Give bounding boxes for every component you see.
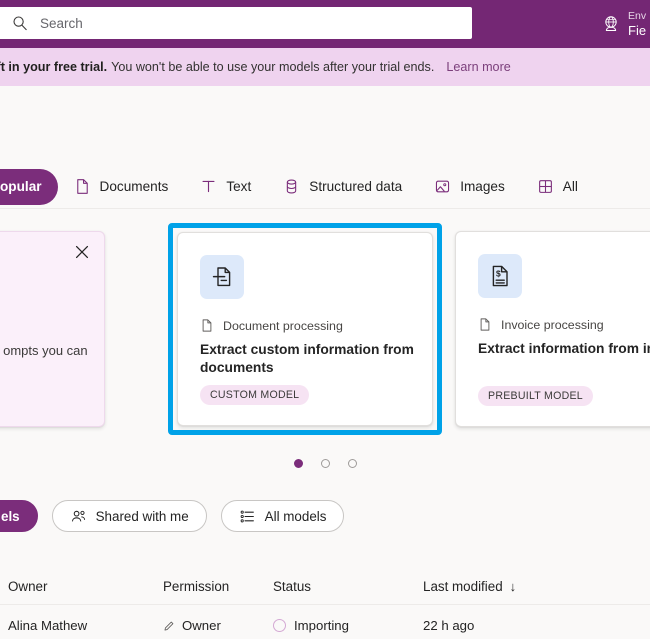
filter-my-models-label: els — [1, 508, 20, 524]
column-header-last-modified-label: Last modified — [423, 579, 503, 594]
carousel-dot-2[interactable] — [320, 459, 330, 468]
card-badge: PREBUILT MODEL — [478, 386, 593, 406]
environment-name: Fie — [628, 22, 647, 38]
category-tab-bar: opular Documents Text Structured data Im… — [0, 165, 650, 209]
cell-status-label: Importing — [294, 617, 349, 633]
column-header-last-modified[interactable]: Last modified ↓ — [423, 579, 553, 594]
document-icon — [202, 319, 212, 332]
filter-shared-with-me-label: Shared with me — [95, 508, 189, 524]
tab-popular-label: opular — [0, 179, 42, 194]
close-icon[interactable] — [73, 243, 91, 261]
trial-banner-content: s and 100% capacity left in your free tr… — [0, 60, 511, 74]
cell-last-modified: 22 h ago — [423, 617, 475, 633]
carousel-dot-3[interactable] — [347, 459, 357, 468]
image-icon — [436, 180, 450, 193]
column-header-status[interactable]: Status — [273, 579, 423, 594]
card-title: Extract custom information from document… — [200, 342, 414, 376]
tab-text-label: Text — [226, 179, 252, 194]
trial-banner: s and 100% capacity left in your free tr… — [0, 48, 650, 86]
filter-all-models[interactable]: All models — [220, 500, 345, 532]
card-title: Extract information from invo — [478, 341, 650, 356]
models-table: e Owner Permission Status Last modified … — [0, 569, 650, 639]
document-icon — [480, 318, 490, 331]
card-document-processing[interactable]: Document processing Extract custom infor… — [177, 232, 433, 426]
card-invoice-processing[interactable]: $ Invoice processing Extract information… — [455, 231, 650, 427]
environment-globe-icon — [605, 16, 617, 31]
tab-all-label: All — [562, 179, 578, 194]
carousel-dots — [0, 459, 650, 468]
card-category-label: Document processing — [223, 318, 343, 333]
promo-card[interactable]: w have their own wer of GPT with prebuil… — [0, 231, 105, 427]
text-t-icon — [202, 180, 215, 193]
cell-permission-label: Owner — [182, 617, 221, 633]
model-filter-pills: els Shared with me All models — [0, 500, 650, 532]
invoice-dollar-icon: $ — [492, 265, 508, 287]
top-command-bar: Env Fie — [0, 0, 650, 48]
document-extract-icon — [212, 267, 231, 287]
promo-card-title: w have their own — [0, 300, 91, 319]
tab-text[interactable]: Text — [184, 169, 267, 205]
tab-images-label: Images — [460, 179, 505, 194]
filter-shared-with-me[interactable]: Shared with me — [51, 500, 207, 532]
tab-images[interactable]: Images — [418, 169, 521, 205]
grid-icon — [538, 180, 552, 193]
column-header-permission[interactable]: Permission — [163, 579, 273, 594]
column-header-name[interactable]: e — [0, 579, 8, 594]
environment-text: Env Fie — [628, 10, 650, 38]
table-row[interactable]: ness Card Reader Alina Mathew Owner Impo… — [0, 605, 650, 639]
card-category-row: Invoice processing — [478, 317, 604, 332]
promo-card-body: wer of GPT with prebuilt ompts you can u… — [0, 343, 88, 358]
card-icon-tile: $ — [478, 254, 522, 298]
cell-name: ness Card Reader — [0, 618, 8, 633]
tab-popular[interactable]: opular — [0, 168, 58, 205]
table-header-row: e Owner Permission Status Last modified … — [0, 569, 650, 605]
tab-structured-data-label: Structured data — [309, 179, 403, 194]
card-category-row: Document processing — [200, 318, 343, 333]
card-category-label: Invoice processing — [501, 317, 604, 332]
card-badge: CUSTOM MODEL — [200, 385, 310, 405]
tab-documents-label: Documents — [99, 179, 169, 194]
learn-more-link[interactable]: Learn more — [446, 60, 510, 74]
trial-banner-strong: s and 100% capacity left in your free tr… — [0, 60, 108, 74]
database-icon — [287, 179, 297, 194]
carousel-dot-1[interactable] — [293, 459, 303, 468]
main-content: opular Documents Text Structured data Im… — [0, 86, 650, 639]
cell-status: Importing — [273, 618, 423, 633]
tab-all[interactable]: All — [521, 169, 594, 205]
tab-documents[interactable]: Documents — [58, 169, 185, 205]
app-root: Env Fie s and 100% capacity left in your… — [0, 0, 650, 639]
search-input[interactable] — [40, 8, 440, 38]
filter-all-models-label: All models — [264, 508, 327, 524]
trial-banner-message: You won't be able to use your models aft… — [111, 60, 435, 74]
tab-structured-data[interactable]: Structured data — [267, 169, 418, 205]
environment-label: Env — [628, 10, 647, 23]
people-icon — [71, 510, 85, 521]
filter-my-models[interactable]: els — [0, 500, 38, 532]
card-icon-tile — [200, 255, 244, 299]
search-box[interactable] — [0, 7, 472, 39]
document-icon — [76, 179, 88, 194]
column-header-owner[interactable]: Owner — [8, 579, 163, 594]
model-carousel: w have their own wer of GPT with prebuil… — [0, 223, 650, 435]
search-icon — [13, 16, 27, 31]
pencil-icon — [164, 621, 174, 630]
cell-permission: Owner — [163, 618, 273, 633]
environment-selector[interactable]: Env Fie — [601, 0, 650, 48]
svg-text:$: $ — [496, 268, 501, 278]
spinner-ring-icon — [273, 618, 286, 632]
list-icon — [240, 510, 254, 522]
cell-owner: Alina Mathew — [8, 617, 88, 633]
sort-descending-icon: ↓ — [509, 579, 517, 594]
